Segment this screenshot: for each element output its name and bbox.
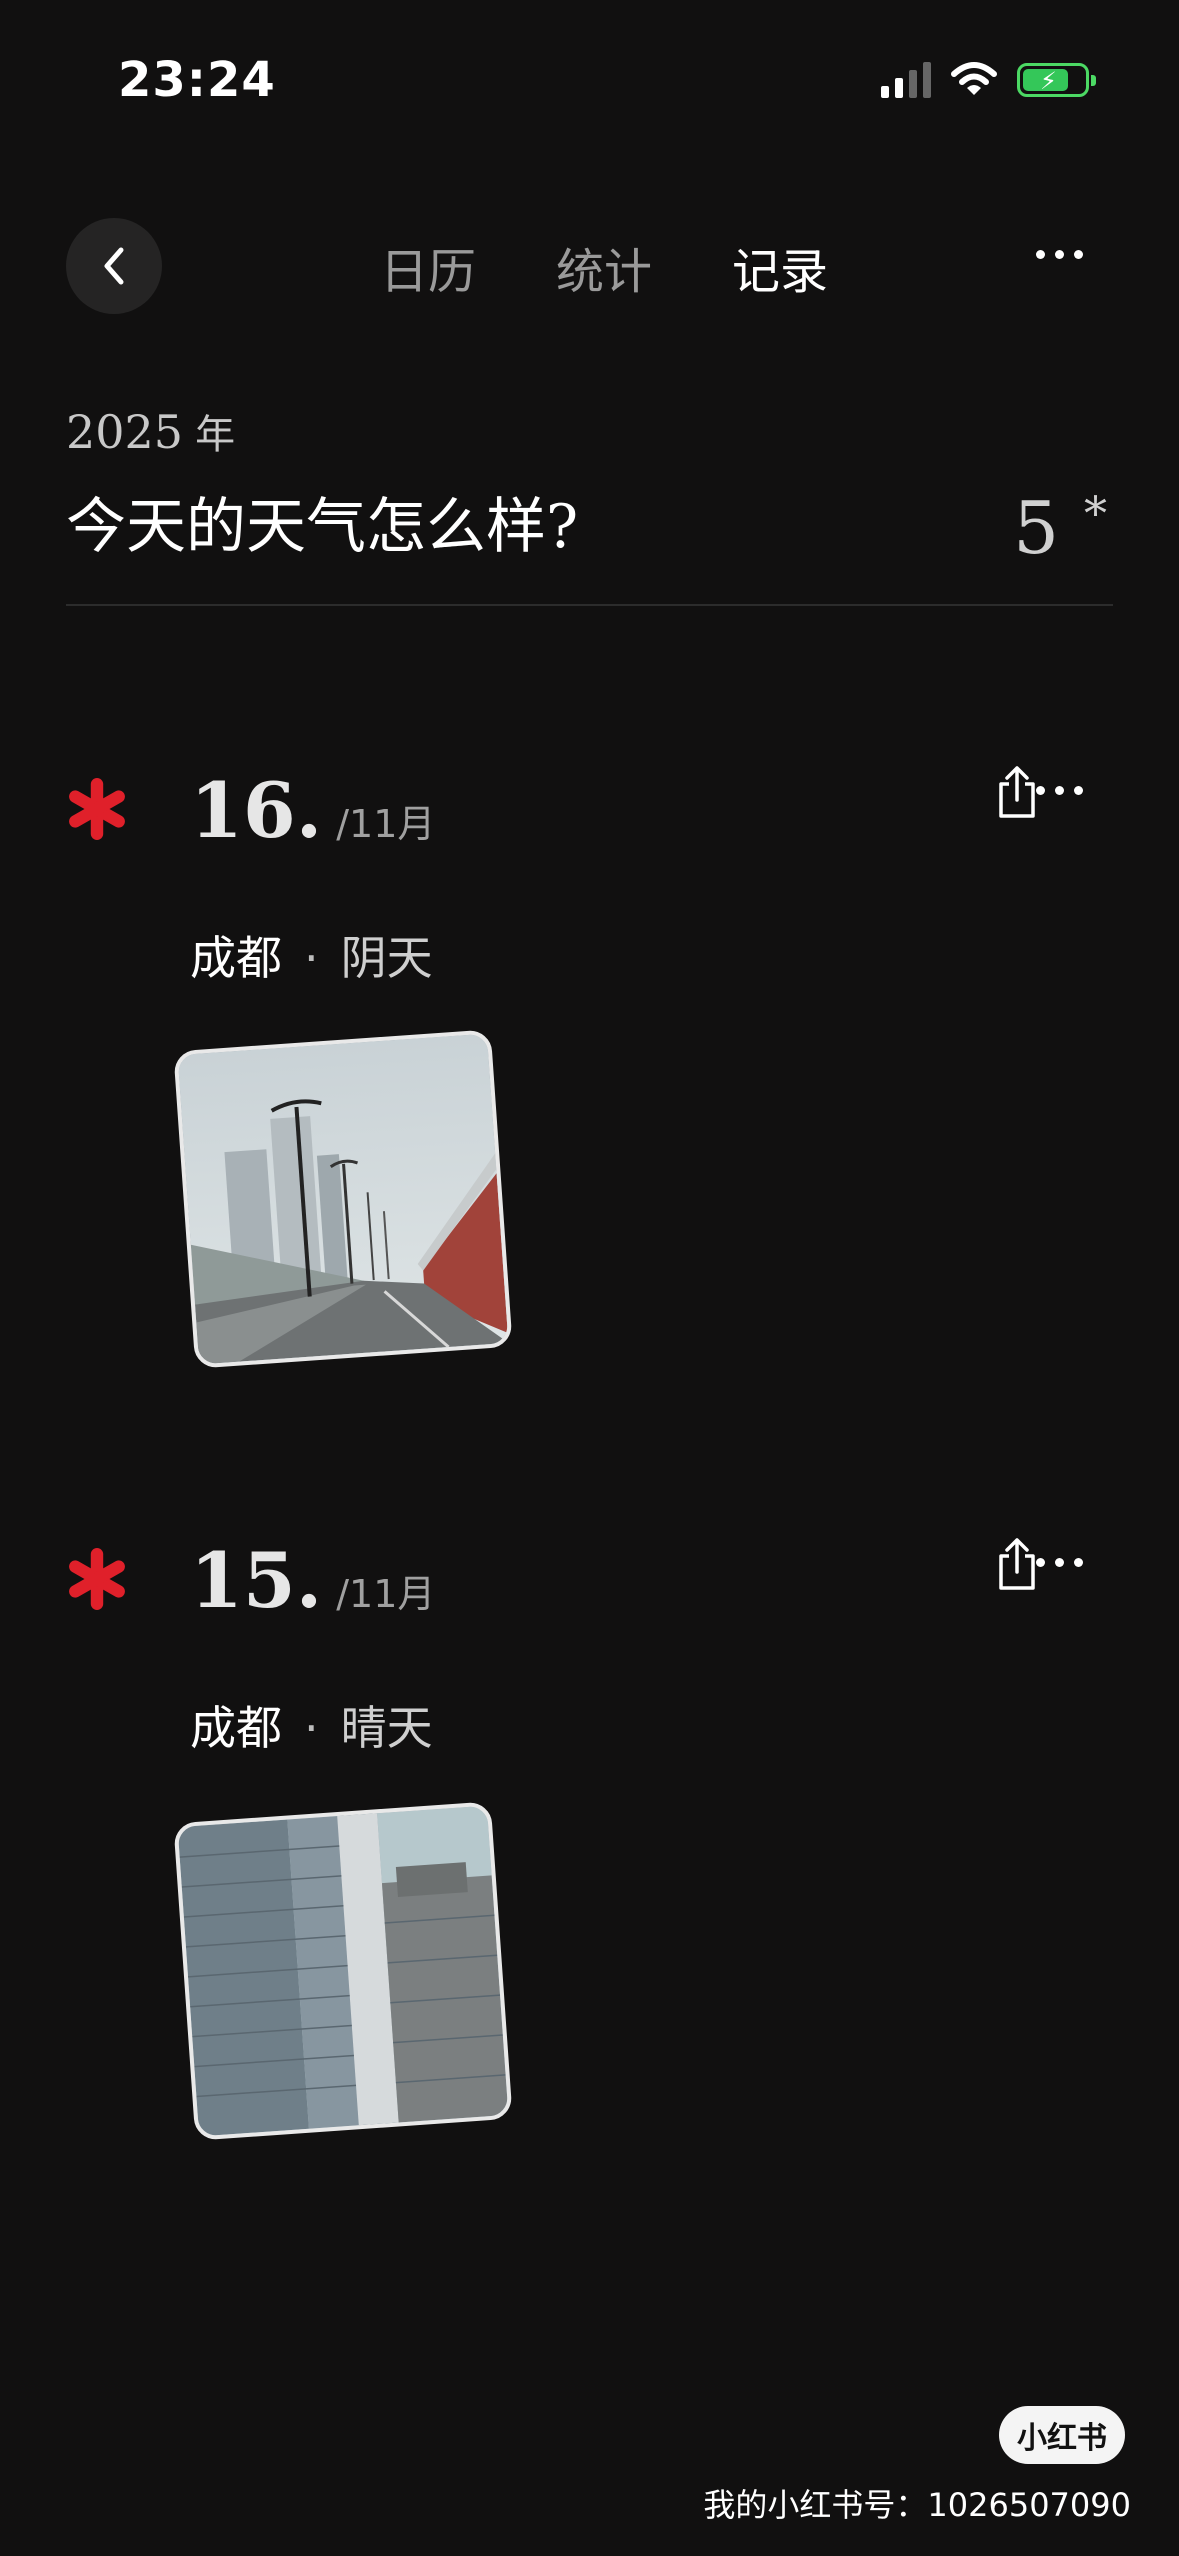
tab-bar: 日历 统计 记录 [380, 232, 828, 302]
page-title: 今天的天气怎么样? [66, 492, 579, 562]
year-value: 2025 [66, 405, 184, 459]
entry-month: /11月 [336, 802, 436, 846]
entry-weather: 晴天 [340, 1701, 433, 1755]
entry-day: 15. [190, 1536, 323, 1625]
entry-city: 成都 [190, 931, 282, 985]
entry-location-weather: 成都 · 阴天 [190, 922, 433, 988]
entry-photo[interactable] [173, 1029, 513, 1369]
xiaohongshu-id: 我的小红书号：1026507090 [703, 2486, 1131, 2524]
battery-icon: ⚡ [1017, 63, 1096, 97]
entry-separator: · [304, 931, 319, 985]
asterisk-icon [69, 1548, 125, 1610]
entry-photo[interactable] [173, 1801, 513, 2141]
entry-weather: 阴天 [340, 931, 433, 985]
wifi-icon [951, 62, 997, 95]
share-icon[interactable] [995, 764, 1039, 820]
entry-location-weather: 成都 · 晴天 [190, 1692, 433, 1758]
entry-day: 16. [190, 766, 323, 855]
signal-icon [881, 62, 931, 98]
asterisk-icon [69, 778, 125, 840]
entry-separator: · [304, 1701, 319, 1755]
record-count: 5 [1013, 486, 1059, 570]
tab-calendar[interactable]: 日历 [380, 232, 476, 302]
year-label: 2025 年 [66, 402, 235, 460]
photo-overcast-road [177, 1033, 509, 1365]
tab-records[interactable]: 记录 [732, 232, 828, 302]
year-unit: 年 [195, 412, 236, 458]
tab-statistics[interactable]: 统计 [556, 232, 652, 302]
more-icon [1036, 786, 1083, 795]
status-time: 23:24 [118, 52, 276, 108]
entry-month: /11月 [336, 1572, 436, 1616]
record-count-mark: * [1084, 486, 1107, 540]
back-button[interactable] [66, 218, 162, 314]
entry-date: 15. /11月 [190, 1536, 435, 1625]
entry-city: 成都 [190, 1701, 282, 1755]
more-icon [1036, 1558, 1083, 1567]
header-divider [66, 604, 1113, 606]
share-icon[interactable] [995, 1536, 1039, 1592]
entry-more-button[interactable] [1036, 1558, 1083, 1567]
more-button[interactable] [1036, 250, 1083, 259]
entry-date: 16. /11月 [190, 766, 435, 855]
photo-buildings [177, 1805, 509, 2137]
entry-more-button[interactable] [1036, 786, 1083, 795]
more-icon [1036, 250, 1083, 259]
xiaohongshu-logo: 小红书 [999, 2406, 1125, 2464]
back-chevron-icon [104, 247, 124, 285]
status-icons: ⚡ [881, 62, 1096, 98]
